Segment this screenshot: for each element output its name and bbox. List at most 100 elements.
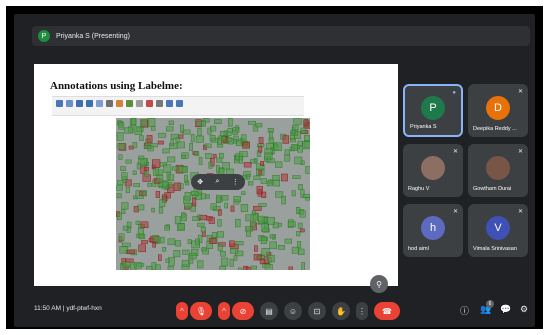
green-annotation-box <box>150 126 156 131</box>
green-annotation-box <box>233 139 238 144</box>
green-annotation-box <box>187 239 192 244</box>
green-annotation-box <box>257 215 265 224</box>
red-annotation-box <box>288 266 293 270</box>
green-annotation-box <box>298 248 305 255</box>
green-annotation-box <box>189 252 197 260</box>
green-annotation-box <box>159 199 166 207</box>
red-annotation-box <box>146 135 153 144</box>
video-options-chevron[interactable]: ^ <box>218 302 230 320</box>
green-annotation-box <box>197 214 202 220</box>
meeting-details-icon[interactable]: ⓘ <box>460 304 469 317</box>
green-annotation-box <box>304 134 310 141</box>
participant-tile[interactable]: P ● Priyanka S <box>403 84 463 137</box>
green-annotation-box <box>125 187 131 194</box>
green-annotation-box <box>152 235 159 242</box>
green-annotation-box <box>131 118 137 125</box>
green-annotation-box <box>184 174 188 183</box>
green-annotation-box <box>297 222 303 229</box>
participant-name: Gowtham Durai <box>473 186 512 192</box>
activities-icon[interactable]: ⚙ <box>520 304 528 315</box>
green-annotation-box <box>291 125 299 131</box>
green-annotation-box <box>204 143 212 148</box>
green-annotation-box <box>195 238 200 246</box>
red-annotation-box <box>261 191 267 198</box>
red-annotation-box <box>209 237 217 244</box>
green-annotation-box <box>137 204 145 211</box>
more-options-icon[interactable]: ⋮ <box>356 302 368 320</box>
camera-toggle-icon[interactable]: ⊘ <box>232 302 254 320</box>
green-annotation-box <box>124 127 133 134</box>
green-annotation-box <box>201 120 206 127</box>
chat-icon[interactable]: 💬 <box>500 304 511 315</box>
green-annotation-box <box>167 266 174 270</box>
red-annotation-box <box>242 142 250 149</box>
green-annotation-box <box>238 267 243 270</box>
participant-tile[interactable]: D ✕ Deepika Reddy ... <box>468 84 528 137</box>
green-annotation-box <box>219 251 226 257</box>
participant-tile[interactable]: V ✕ Vimala Srinivasan <box>468 204 528 257</box>
green-annotation-box <box>122 261 131 268</box>
green-annotation-box <box>197 222 205 227</box>
audio-options-chevron[interactable]: ^ <box>176 302 188 320</box>
present-icon[interactable]: ⊡ <box>308 302 326 320</box>
red-annotation-box <box>173 182 181 191</box>
participant-avatar: P <box>421 96 445 120</box>
green-annotation-box <box>200 227 206 233</box>
red-annotation-box <box>253 205 262 211</box>
green-annotation-box <box>116 185 123 191</box>
participant-photo <box>486 156 510 180</box>
green-annotation-box <box>269 234 275 239</box>
green-annotation-box <box>221 195 229 201</box>
green-annotation-box <box>116 193 122 199</box>
green-annotation-box <box>275 191 284 198</box>
mic-off-icon: ✕ <box>452 209 458 215</box>
participant-tile[interactable]: ✕ Raghu V <box>403 144 463 197</box>
red-annotation-box <box>282 135 290 144</box>
green-annotation-box <box>139 119 148 127</box>
green-annotation-box <box>132 142 138 149</box>
people-icon[interactable]: 👥 6 <box>480 300 494 315</box>
green-annotation-box <box>293 118 302 125</box>
green-annotation-box <box>141 190 147 197</box>
green-annotation-box <box>167 156 176 163</box>
green-annotation-box <box>122 225 129 231</box>
green-annotation-box <box>248 120 256 125</box>
zoom-icon[interactable]: ⌕ <box>215 178 219 186</box>
green-annotation-box <box>261 223 269 232</box>
green-annotation-box <box>284 238 292 244</box>
participant-tile[interactable]: ✕ Gowtham Durai <box>468 144 528 197</box>
red-annotation-box <box>243 162 252 168</box>
raise-hand-icon[interactable]: ✋ <box>332 302 350 320</box>
meet-window: P Priyanka S (Presenting) Annotations us… <box>14 14 535 327</box>
presenting-bar[interactable]: P Priyanka S (Presenting) <box>32 26 530 46</box>
emoji-icon[interactable]: ☺ <box>284 302 302 320</box>
mic-off-icon: ✕ <box>517 149 523 155</box>
end-call-icon[interactable]: ☎ <box>374 302 400 320</box>
green-annotation-box <box>168 181 173 188</box>
green-annotation-box <box>260 178 267 184</box>
mic-toggle-icon[interactable]: 🎙 <box>190 302 212 320</box>
red-annotation-box <box>208 217 215 224</box>
green-annotation-box <box>190 134 195 143</box>
green-annotation-box <box>191 191 199 196</box>
move-icon[interactable]: ✥ <box>197 178 203 186</box>
green-annotation-box <box>273 142 282 151</box>
screen-share-area[interactable]: Annotations using Labelme: ✥ ⌕ ⋮ <box>34 54 398 292</box>
green-annotation-box <box>248 181 254 186</box>
green-annotation-box <box>144 171 149 177</box>
green-annotation-box <box>227 131 232 136</box>
green-annotation-box <box>162 181 169 190</box>
participant-tile[interactable]: h ✕ hod aiml <box>403 204 463 257</box>
share-view-controls[interactable]: ✥ ⌕ ⋮ <box>191 174 245 190</box>
red-annotation-box <box>303 119 309 127</box>
green-annotation-box <box>197 127 202 136</box>
captions-icon[interactable]: ▤ <box>260 302 278 320</box>
green-annotation-box <box>233 255 238 261</box>
green-annotation-box <box>294 156 303 165</box>
zoom-button[interactable]: ⚲ <box>370 275 388 293</box>
green-annotation-box <box>208 161 213 169</box>
green-annotation-box <box>245 214 252 222</box>
more-options-icon[interactable]: ⋮ <box>232 178 239 186</box>
green-annotation-box <box>266 216 275 225</box>
green-annotation-box <box>173 250 181 258</box>
